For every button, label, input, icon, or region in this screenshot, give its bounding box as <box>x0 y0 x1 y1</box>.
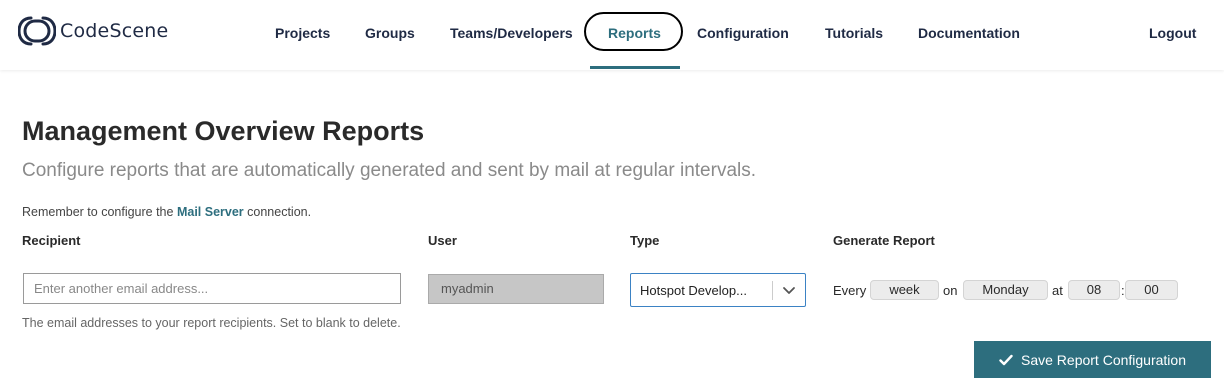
nav-teams-developers[interactable]: Teams/Developers <box>450 24 573 42</box>
nav-configuration[interactable]: Configuration <box>697 24 789 42</box>
schedule-minute-select[interactable]: 00 <box>1125 280 1178 300</box>
report-type-select[interactable]: Hotspot Develop... <box>630 273 806 307</box>
nav-groups[interactable]: Groups <box>365 24 415 42</box>
schedule-day-select[interactable]: Monday <box>963 280 1048 300</box>
app-name: CodeScene <box>60 20 169 42</box>
top-navigation-bar: CodeScene Projects Groups Teams/Develope… <box>0 0 1224 70</box>
user-column-label: User <box>428 233 457 248</box>
chevron-down-icon <box>783 287 795 294</box>
save-button-label: Save Report Configuration <box>1021 351 1186 368</box>
nav-projects[interactable]: Projects <box>275 24 330 42</box>
schedule-at-label: at <box>1052 283 1063 298</box>
schedule-hour-select[interactable]: 08 <box>1068 280 1120 300</box>
nav-reports[interactable]: Reports <box>608 24 661 42</box>
select-separator <box>772 281 773 300</box>
nav-tutorials[interactable]: Tutorials <box>825 24 883 42</box>
user-field: myadmin <box>428 274 604 304</box>
recipient-help-text: The email addresses to your report recip… <box>22 316 401 330</box>
nav-documentation[interactable]: Documentation <box>918 24 1020 42</box>
page-title: Management Overview Reports <box>22 116 425 146</box>
recipient-email-input[interactable] <box>23 273 401 304</box>
save-report-configuration-button[interactable]: Save Report Configuration <box>974 341 1211 378</box>
reminder-suffix: connection. <box>247 205 312 219</box>
schedule-on-label: on <box>943 283 958 298</box>
report-type-selected-value: Hotspot Develop... <box>640 283 747 298</box>
type-column-label: Type <box>630 233 660 248</box>
mail-server-link[interactable]: Mail Server <box>177 205 244 219</box>
page-subtitle: Configure reports that are automatically… <box>22 160 757 181</box>
recipient-column-label: Recipient <box>22 233 81 248</box>
schedule-every-label: Every <box>833 283 867 298</box>
schedule-interval-select[interactable]: week <box>870 280 939 300</box>
codescene-logo-icon <box>18 16 56 46</box>
active-tab-indicator <box>590 66 680 69</box>
mail-server-reminder: Remember to configure the Mail Server co… <box>22 205 311 219</box>
reminder-prefix: Remember to configure the <box>22 205 174 219</box>
generate-report-column-label: Generate Report <box>833 233 935 248</box>
app-logo[interactable]: CodeScene <box>18 15 168 47</box>
checkmark-icon <box>999 354 1013 365</box>
logout-link[interactable]: Logout <box>1149 24 1196 42</box>
